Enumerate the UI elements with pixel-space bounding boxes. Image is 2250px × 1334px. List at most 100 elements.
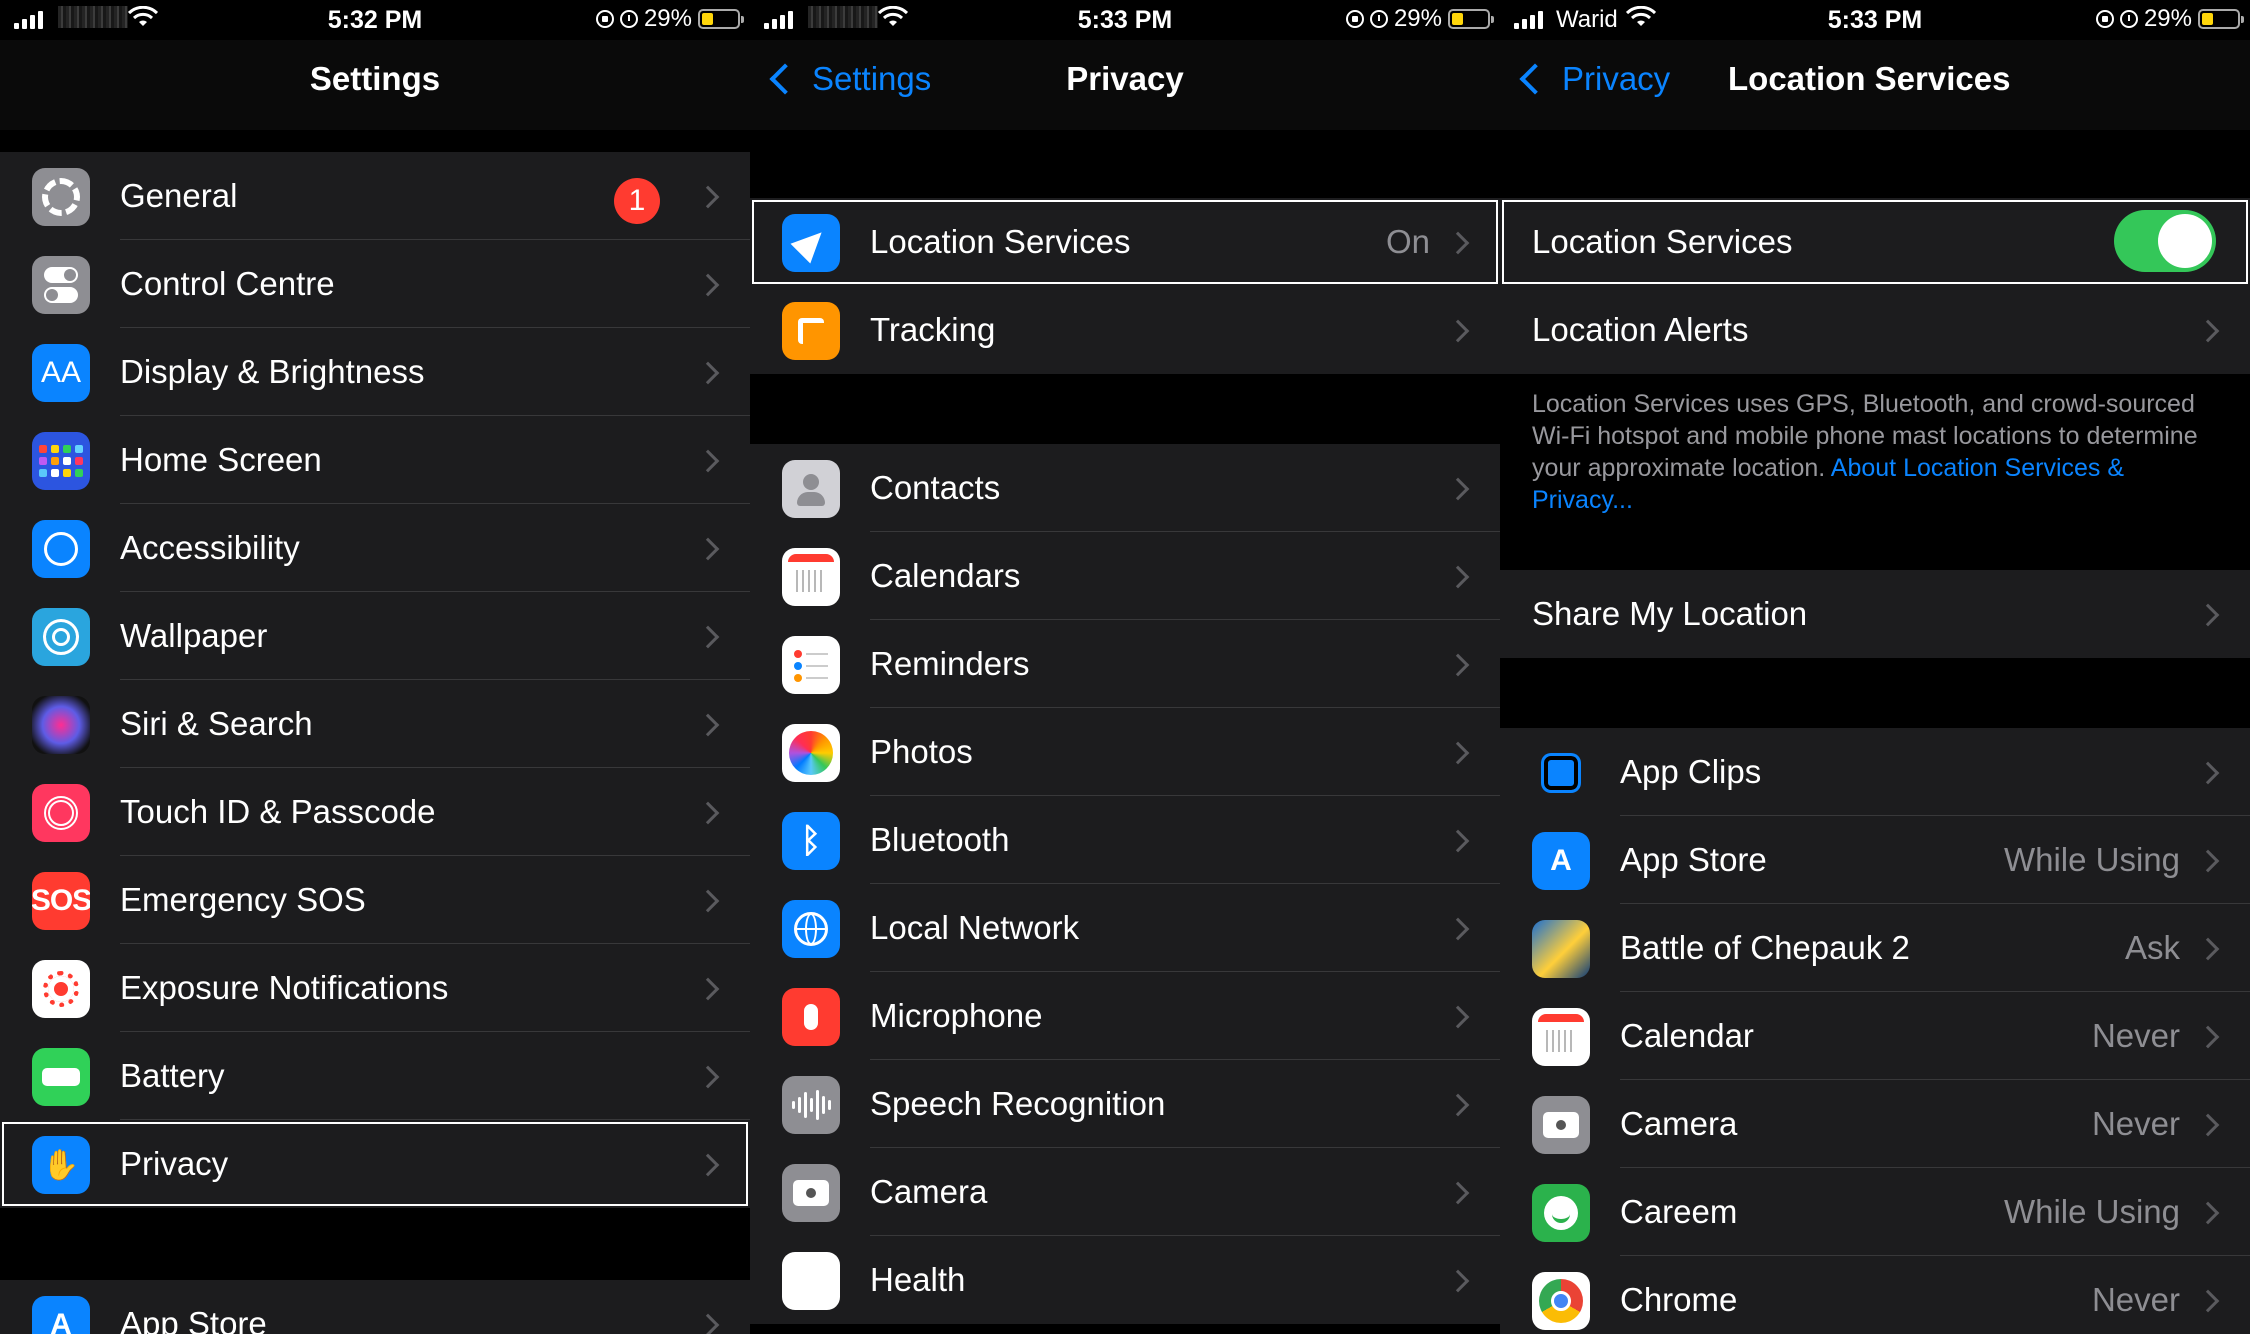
chevron-right-icon xyxy=(696,801,720,825)
chrome-icon xyxy=(1532,1272,1590,1330)
privacy-row-photos[interactable]: Photos xyxy=(750,708,1500,796)
location-app-row[interactable]: Battle of Chepauk 2 Ask xyxy=(1500,904,2250,992)
page-title: Privacy xyxy=(1066,60,1184,97)
location-status-value: On xyxy=(1385,223,1430,260)
chevron-right-icon xyxy=(2196,937,2220,961)
battery-icon xyxy=(698,9,744,29)
settings-row-touch-id[interactable]: Touch ID & Passcode xyxy=(0,768,750,856)
chevron-right-icon xyxy=(1446,829,1470,853)
chevron-left-icon xyxy=(1519,63,1551,95)
nav-bar: Settings Privacy xyxy=(750,40,1500,130)
chevron-right-icon xyxy=(696,449,720,473)
privacy-row-camera[interactable]: Camera xyxy=(750,1148,1500,1236)
app-clips-icon xyxy=(1532,744,1590,802)
settings-row-home-screen[interactable]: Home Screen xyxy=(0,416,750,504)
battle-of-chepauk-icon xyxy=(1532,920,1590,978)
privacy-row-location-services[interactable]: Location Services On xyxy=(750,198,1500,286)
battery-percent: 29% xyxy=(643,5,692,32)
alarm-icon xyxy=(1369,10,1388,28)
chevron-right-icon xyxy=(2196,849,2220,873)
chevron-right-icon xyxy=(1446,319,1470,343)
chevron-right-icon xyxy=(696,625,720,649)
chevron-right-icon xyxy=(1446,741,1470,765)
local-network-icon xyxy=(782,900,840,958)
wallpaper-icon xyxy=(32,608,90,666)
siri-icon xyxy=(32,696,90,754)
settings-row-battery[interactable]: Battery xyxy=(0,1032,750,1120)
settings-row-accessibility[interactable]: Accessibility xyxy=(0,504,750,592)
settings-row-display[interactable]: AA Display & Brightness xyxy=(0,328,750,416)
app-store-icon: A xyxy=(32,1296,90,1334)
privacy-row-local-network[interactable]: Local Network xyxy=(750,884,1500,972)
battery-icon xyxy=(2198,9,2244,29)
orientation-lock-icon xyxy=(2095,10,2114,28)
chevron-right-icon xyxy=(696,977,720,1001)
privacy-row-microphone[interactable]: Microphone xyxy=(750,972,1500,1060)
bluetooth-icon: ᛒ xyxy=(782,812,840,870)
share-my-location-row[interactable]: Share My Location xyxy=(1500,570,2250,658)
battery-icon xyxy=(1448,9,1494,29)
chevron-right-icon xyxy=(2196,1113,2220,1137)
chevron-right-icon xyxy=(696,713,720,737)
location-app-row[interactable]: Chrome Never xyxy=(1500,1256,2250,1334)
location-app-row[interactable]: Careem While Using xyxy=(1500,1168,2250,1256)
back-button[interactable]: Privacy xyxy=(1514,60,1670,98)
location-services-toggle[interactable] xyxy=(2114,210,2216,272)
privacy-row-calendars[interactable]: Calendars xyxy=(750,532,1500,620)
chevron-right-icon xyxy=(2196,1289,2220,1313)
photos-icon xyxy=(782,724,840,782)
privacy-row-contacts[interactable]: Contacts xyxy=(750,444,1500,532)
camera-icon xyxy=(1532,1096,1590,1154)
chevron-right-icon xyxy=(1446,917,1470,941)
calendar-icon xyxy=(1532,1008,1590,1066)
location-app-row[interactable]: Camera Never xyxy=(1500,1080,2250,1168)
accessibility-icon xyxy=(32,520,90,578)
privacy-row-speech-recognition[interactable]: Speech Recognition xyxy=(750,1060,1500,1148)
chevron-right-icon xyxy=(1446,1269,1470,1293)
nav-bar: Settings xyxy=(0,40,750,130)
control-centre-icon xyxy=(32,256,90,314)
sos-icon: SOS xyxy=(32,872,90,930)
privacy-row-bluetooth[interactable]: ᛒ Bluetooth xyxy=(750,796,1500,884)
nav-bar: Privacy Location Services xyxy=(1500,40,2250,130)
chevron-right-icon xyxy=(696,185,720,209)
privacy-list-permissions: Contacts Calendars Reminders Photos ᛒ Bl… xyxy=(750,444,1500,1324)
chevron-right-icon xyxy=(696,1313,720,1334)
calendars-icon xyxy=(782,548,840,606)
chevron-right-icon xyxy=(1446,1005,1470,1029)
location-app-row[interactable]: App Clips xyxy=(1500,728,2250,816)
privacy-list-top: Location Services On Tracking xyxy=(750,198,1500,374)
settings-row-privacy[interactable]: ✋ Privacy xyxy=(0,1120,750,1208)
settings-row-siri[interactable]: Siri & Search xyxy=(0,680,750,768)
settings-row-exposure[interactable]: Exposure Notifications xyxy=(0,944,750,1032)
status-bar: 5:33 PM 29% xyxy=(750,0,1500,40)
health-icon: ❤ xyxy=(782,1252,840,1310)
location-app-row[interactable]: A App Store While Using xyxy=(1500,816,2250,904)
location-services-screen: Warid 5:33 PM 29% Privacy Location Servi… xyxy=(1500,0,2250,1334)
chevron-right-icon xyxy=(1446,477,1470,501)
location-app-row[interactable]: Calendar Never xyxy=(1500,992,2250,1080)
hand-icon: ✋ xyxy=(32,1136,90,1194)
chevron-right-icon xyxy=(2196,603,2220,627)
chevron-right-icon xyxy=(1446,1093,1470,1117)
settings-row-wallpaper[interactable]: Wallpaper xyxy=(0,592,750,680)
battery-percent: 29% xyxy=(2143,5,2192,32)
tracking-icon xyxy=(782,302,840,360)
notification-badge: 1 xyxy=(614,178,660,224)
settings-list-2: A App Store xyxy=(0,1280,750,1334)
settings-row-emergency-sos[interactable]: SOS Emergency SOS xyxy=(0,856,750,944)
privacy-row-health[interactable]: ❤ Health xyxy=(750,1236,1500,1324)
display-icon: AA xyxy=(32,344,90,402)
home-screen-icon xyxy=(32,432,90,490)
settings-row-control-centre[interactable]: Control Centre xyxy=(0,240,750,328)
location-alerts-row[interactable]: Location Alerts xyxy=(1500,286,2250,374)
settings-row-app-store[interactable]: A App Store xyxy=(0,1280,750,1334)
location-arrow-icon xyxy=(782,214,840,272)
alarm-icon xyxy=(2119,10,2138,28)
location-services-toggle-row[interactable]: Location Services xyxy=(1500,198,2250,286)
camera-icon xyxy=(782,1164,840,1222)
settings-list: General 1 Control Centre AA Display & Br… xyxy=(0,152,750,1208)
privacy-row-reminders[interactable]: Reminders xyxy=(750,620,1500,708)
settings-row-general[interactable]: General 1 xyxy=(0,152,750,240)
privacy-row-tracking[interactable]: Tracking xyxy=(750,286,1500,374)
